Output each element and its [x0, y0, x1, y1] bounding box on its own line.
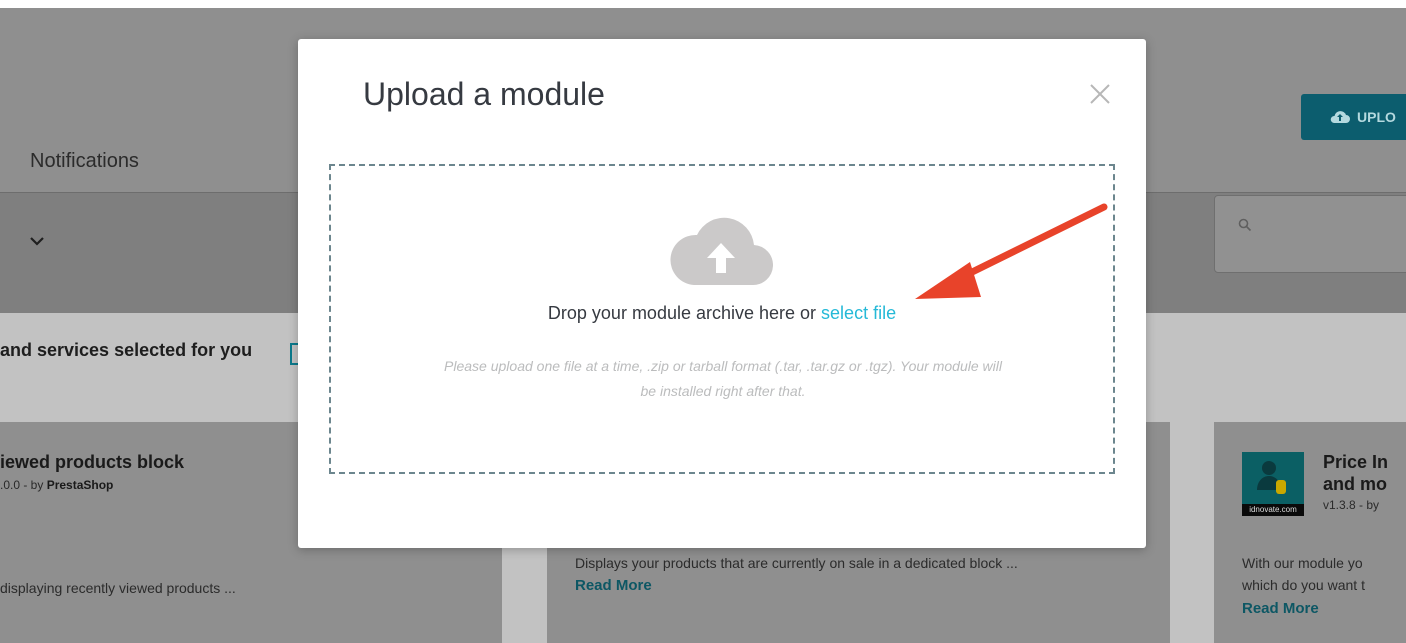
chevron-down-icon[interactable] [28, 232, 46, 250]
cloud-upload-icon [1330, 111, 1350, 123]
card-title[interactable]: iewed products block [0, 452, 184, 473]
read-more-link[interactable]: Read More [575, 577, 652, 594]
upload-help-text: Please upload one file at a time, .zip o… [353, 354, 1093, 404]
close-icon[interactable] [1089, 83, 1111, 105]
people-icon [1257, 461, 1286, 494]
upload-module-label: UPLO [1357, 109, 1396, 125]
select-file-link[interactable]: select file [821, 303, 896, 323]
card-description: displaying recently viewed products ... [0, 580, 236, 596]
upload-help-line: Please upload one file at a time, .zip o… [444, 358, 1002, 374]
upload-module-button[interactable]: UPLO [1301, 94, 1406, 140]
drop-instructions: Drop your module archive here or select … [298, 303, 1146, 324]
module-logo: idnovate.com [1242, 452, 1304, 516]
search-input[interactable] [1214, 195, 1406, 273]
card-description: With our module yo [1242, 555, 1363, 571]
section-title: and services selected for you [0, 340, 253, 360]
card-description: which do you want t [1242, 577, 1365, 593]
card-title[interactable]: Price In [1323, 452, 1388, 473]
dialog-title: Upload a module [363, 76, 605, 112]
card-meta: v1.3.8 - by [1323, 498, 1380, 512]
cloud-upload-icon [670, 217, 773, 286]
upload-help-line: be installed right after that. [640, 383, 806, 399]
card-description: Displays your products that are currentl… [575, 555, 1018, 571]
upload-module-dialog: Upload a module Drop your module archive… [298, 39, 1146, 548]
top-strip [0, 0, 1406, 8]
read-more-link[interactable]: Read More [1242, 600, 1319, 617]
card-meta: .0.0 - by PrestaShop [0, 478, 114, 492]
section-badge [290, 343, 298, 365]
notifications-tab[interactable]: Notifications [30, 150, 139, 173]
search-icon [1238, 218, 1252, 232]
drop-instructions-text: Drop your module archive here or [547, 303, 822, 323]
logo-caption: idnovate.com [1242, 504, 1304, 516]
card-title[interactable]: and mo [1323, 474, 1387, 495]
